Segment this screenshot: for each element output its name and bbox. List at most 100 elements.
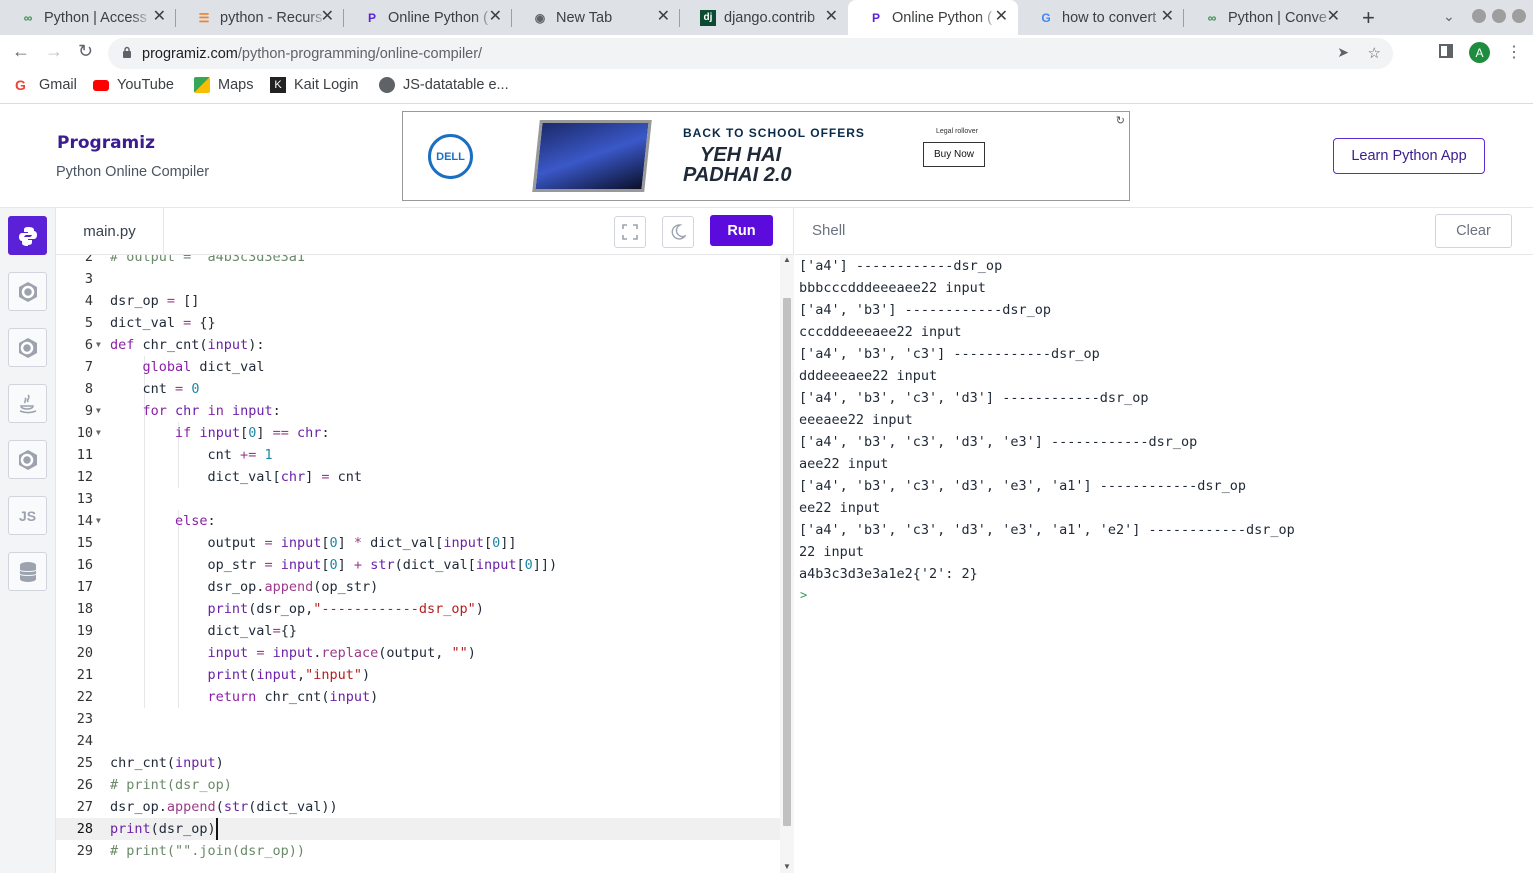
bookmark-item[interactable]: K Kait Login <box>270 77 359 93</box>
address-bar[interactable]: programiz.com/python-programming/online-… <box>108 38 1393 69</box>
browser-tab[interactable]: G how to convert ✕ <box>1018 0 1184 35</box>
code-line[interactable]: 22 return chr_cnt(input) <box>56 686 780 708</box>
browser-tab-active[interactable]: P Online Python ( ✕ <box>848 0 1018 35</box>
close-tab-icon[interactable]: ✕ <box>995 9 1008 25</box>
code-line[interactable]: 25 chr_cnt(input) <box>56 752 780 774</box>
back-icon[interactable]: ← <box>12 41 30 62</box>
advertisement-banner[interactable]: DELL BACK TO SCHOOL OFFERS YEH HAI PADHA… <box>402 111 1130 201</box>
line-number: 2 <box>84 255 93 265</box>
send-icon[interactable]: ➤ <box>1337 44 1349 61</box>
minimize-window-icon[interactable] <box>1472 9 1486 23</box>
bookmark-item[interactable]: Maps <box>194 77 253 93</box>
java-icon[interactable] <box>8 384 47 423</box>
close-tab-icon[interactable]: ✕ <box>1327 9 1340 25</box>
tab-title: python - Recurs <box>220 9 323 26</box>
code-line[interactable]: 15 output = input[0] * dict_val[input[0]… <box>56 532 780 554</box>
code-line[interactable]: 14 ▼ else: <box>56 510 780 532</box>
profile-avatar[interactable]: A <box>1469 42 1490 63</box>
code-line[interactable]: 10 ▼ if input[0] == chr: <box>56 422 780 444</box>
code-line[interactable]: 27 dsr_op.append(str(dict_val)) <box>56 796 780 818</box>
code-line[interactable]: 4 dsr_op = [] <box>56 290 780 312</box>
fold-arrow-icon[interactable]: ▼ <box>96 510 101 532</box>
editor-scrollbar[interactable]: ▲ ▼ <box>780 255 794 873</box>
bookmark-star-icon[interactable]: ☆ <box>1368 44 1381 62</box>
learn-python-app-button[interactable]: Learn Python App <box>1333 138 1485 174</box>
code-text: # print(dsr_op) <box>110 777 232 793</box>
js-icon[interactable]: JS <box>8 496 47 535</box>
line-number: 6 <box>84 337 93 353</box>
fold-arrow-icon[interactable]: ▼ <box>96 422 101 444</box>
python-icon[interactable] <box>8 216 47 255</box>
code-line[interactable]: 21 print(input,"input") <box>56 664 780 686</box>
line-number: 17 <box>76 579 93 595</box>
browser-tab[interactable]: ∞ Python | Conve ✕ <box>1184 0 1350 35</box>
close-window-icon[interactable] <box>1512 9 1526 23</box>
code-line[interactable]: 12 dict_val[chr] = cnt <box>56 466 780 488</box>
code-line[interactable]: 16 op_str = input[0] + str(dict_val[inpu… <box>56 554 780 576</box>
dark-mode-moon-icon[interactable] <box>662 216 694 248</box>
fullscreen-icon[interactable] <box>614 216 646 248</box>
tab-title: Python | Conve <box>1228 9 1327 26</box>
code-line[interactable]: 17 dsr_op.append(op_str) <box>56 576 780 598</box>
code-area[interactable]: 2 # output = "a4b3c3d3e3a1" 3 4 dsr_op = [] 5… <box>56 255 780 873</box>
line-number: 14 <box>76 513 93 529</box>
csharp-icon[interactable] <box>8 440 47 479</box>
close-tab-icon[interactable]: ✕ <box>489 9 502 25</box>
reload-icon[interactable]: ↻ <box>78 41 93 62</box>
code-line[interactable]: 2 # output = "a4b3c3d3e3a1" <box>56 255 780 268</box>
ad-buy-now-button[interactable]: Buy Now <box>923 142 985 167</box>
code-line[interactable]: 18 print(dsr_op,"------------dsr_op") <box>56 598 780 620</box>
forward-icon[interactable]: → <box>45 41 63 62</box>
code-line[interactable]: 3 <box>56 268 780 290</box>
file-tab-main-py[interactable]: main.py <box>56 208 164 255</box>
code-line[interactable]: 13 <box>56 488 780 510</box>
run-button[interactable]: Run <box>710 215 773 246</box>
shell-output-line: aee22 input <box>799 456 889 472</box>
shell-output[interactable]: ['a4'] ------------dsr_op bbbcccdddeeeaee… <box>795 255 1533 873</box>
browser-tab[interactable]: ◉ New Tab ✕ <box>512 0 680 35</box>
fold-arrow-icon[interactable]: ▼ <box>96 334 101 356</box>
sql-icon[interactable] <box>8 552 47 591</box>
code-line[interactable]: 8 cnt = 0 <box>56 378 780 400</box>
bookmark-item[interactable]: YouTube <box>93 77 174 93</box>
scroll-down-arrow-icon[interactable]: ▼ <box>783 862 791 871</box>
code-line[interactable]: 7 global dict_val <box>56 356 780 378</box>
code-line[interactable]: 29 # print("".join(dsr_op)) <box>56 840 780 862</box>
browser-tab[interactable]: ☰ python - Recurs ✕ <box>176 0 344 35</box>
scrollbar-thumb[interactable] <box>783 298 791 826</box>
close-tab-icon[interactable]: ✕ <box>657 9 670 25</box>
bookmark-item[interactable]: JS-datatable e... <box>379 77 509 93</box>
shell-prompt[interactable]: > <box>800 588 807 602</box>
close-tab-icon[interactable]: ✕ <box>153 9 166 25</box>
close-tab-icon[interactable]: ✕ <box>825 9 838 25</box>
bookmark-item[interactable]: G Gmail <box>15 77 77 93</box>
code-line[interactable]: 11 cnt += 1 <box>56 444 780 466</box>
side-panel-icon[interactable] <box>1439 44 1453 58</box>
browser-tab[interactable]: dj django.contrib ✕ <box>680 0 848 35</box>
ad-refresh-icon[interactable]: ↻ <box>1116 114 1125 127</box>
fold-arrow-icon[interactable]: ▼ <box>96 400 101 422</box>
cpp-icon[interactable] <box>8 328 47 367</box>
tab-search-icon[interactable]: ⌄ <box>1443 8 1455 25</box>
maximize-window-icon[interactable] <box>1492 9 1506 23</box>
scroll-up-arrow-icon[interactable]: ▲ <box>783 255 791 264</box>
code-line[interactable]: 6 ▼ def chr_cnt(input): <box>56 334 780 356</box>
code-line[interactable]: 9 ▼ for chr in input: <box>56 400 780 422</box>
code-line[interactable]: 20 input = input.replace(output, "") <box>56 642 780 664</box>
code-line[interactable]: 23 <box>56 708 780 730</box>
browser-tab[interactable]: ∞ Python | Access ✕ <box>0 0 176 35</box>
code-line[interactable]: 5 dict_val = {} <box>56 312 780 334</box>
programiz-logo[interactable]: Programiz <box>57 133 155 153</box>
menu-kebab-icon[interactable]: ⋮ <box>1506 42 1522 62</box>
c-icon[interactable] <box>8 272 47 311</box>
code-line[interactable]: 24 <box>56 730 780 752</box>
new-tab-icon[interactable]: + <box>1362 5 1375 31</box>
browser-tab[interactable]: P Online Python ( ✕ <box>344 0 512 35</box>
code-line[interactable]: 26 # print(dsr_op) <box>56 774 780 796</box>
clear-button[interactable]: Clear <box>1435 214 1512 248</box>
code-line[interactable]: 28 print(dsr_op) <box>56 818 780 840</box>
shell-output-line: a4b3c3d3e3a1e2{'2': 2} <box>799 566 978 582</box>
close-tab-icon[interactable]: ✕ <box>1161 9 1174 25</box>
code-line[interactable]: 19 dict_val={} <box>56 620 780 642</box>
close-tab-icon[interactable]: ✕ <box>321 9 334 25</box>
